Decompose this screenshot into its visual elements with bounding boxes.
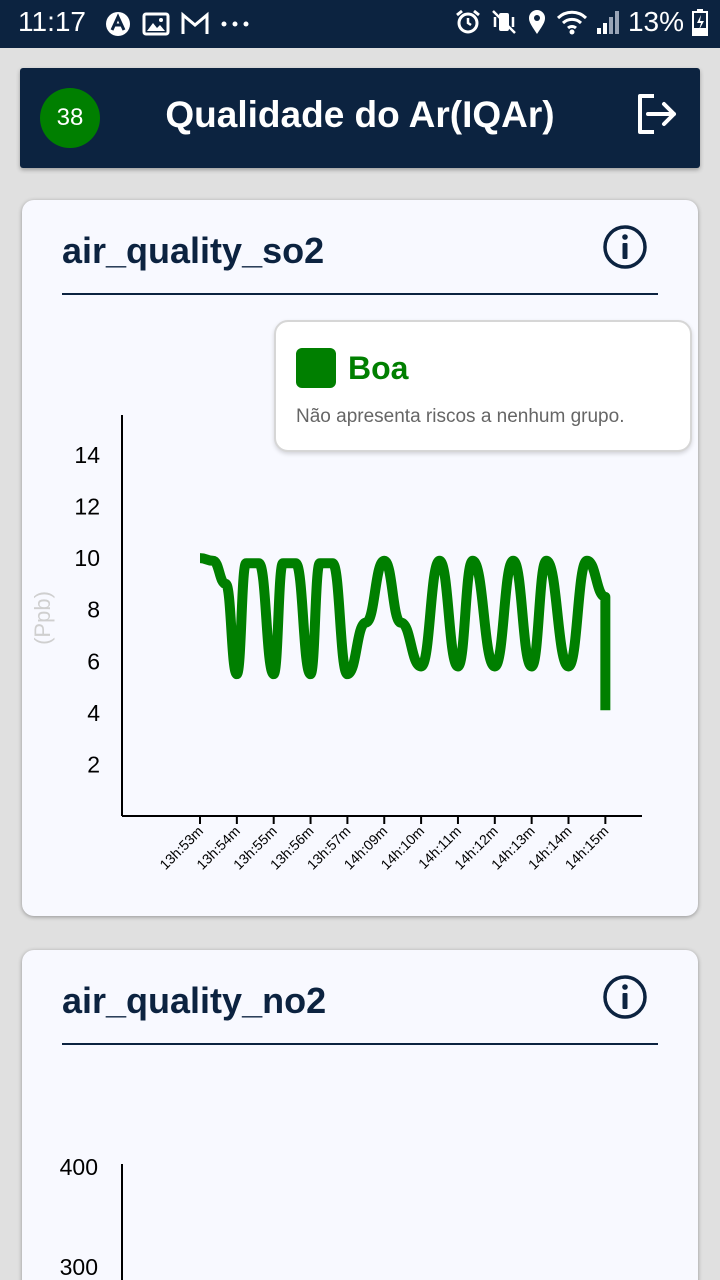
autodesk-icon — [106, 12, 130, 36]
system-icons: 13% — [454, 6, 708, 38]
gmail-icon — [181, 11, 209, 34]
y-tick-label: 14 — [74, 442, 100, 468]
battery-percent: 13% — [627, 6, 684, 37]
alarm-icon — [456, 9, 480, 34]
wifi-icon — [556, 10, 588, 35]
so2-line-chart: 2468101214(Ppb)13h:53m13h:54m13h:55m13h:… — [30, 415, 642, 873]
status-bar: 11:17 13% — [0, 0, 720, 48]
page-title: Qualidade do Ar(IQAr) — [165, 94, 555, 135]
image-icon — [142, 12, 170, 36]
battery-charging-icon — [692, 9, 708, 36]
vibrate-icon — [492, 10, 516, 34]
no2-line-chart: 300 400 — [60, 1154, 123, 1280]
so2-series-line — [199, 553, 611, 711]
more-dots-icon — [221, 21, 249, 27]
so2-card: air_quality_so2 2 4 6 8 10 12 14 (Ppb) 13h:53m 13… — [22, 200, 698, 916]
aqi-badge: 38 — [40, 88, 100, 148]
location-icon — [528, 10, 545, 34]
quality-tooltip: Boa Não apresenta riscos a nenhum grupo. — [274, 320, 692, 452]
y-tick-label: 300 — [60, 1254, 98, 1280]
no2-card: air_quality_no2 300 400 — [22, 950, 698, 1280]
y-axis-label: (Ppb) — [30, 591, 55, 645]
y-tick-label: 6 — [87, 648, 100, 674]
status-time: 11:17 — [18, 6, 86, 37]
signal-icon — [596, 11, 619, 34]
logout-icon[interactable] — [632, 90, 680, 138]
quality-color-swatch — [296, 348, 336, 388]
y-tick-label: 2 — [87, 751, 100, 777]
y-tick-label: 8 — [87, 597, 100, 623]
y-tick-label: 10 — [74, 545, 100, 571]
app-bar: 38 Qualidade do Ar(IQAr) — [20, 68, 700, 168]
y-tick-label: 400 — [60, 1154, 98, 1180]
y-tick-label: 4 — [87, 700, 100, 726]
quality-description: Não apresenta riscos a nenhum grupo. — [296, 406, 625, 427]
quality-level: Boa — [348, 350, 409, 386]
notification-icons — [104, 10, 250, 38]
y-tick-label: 12 — [74, 494, 100, 520]
